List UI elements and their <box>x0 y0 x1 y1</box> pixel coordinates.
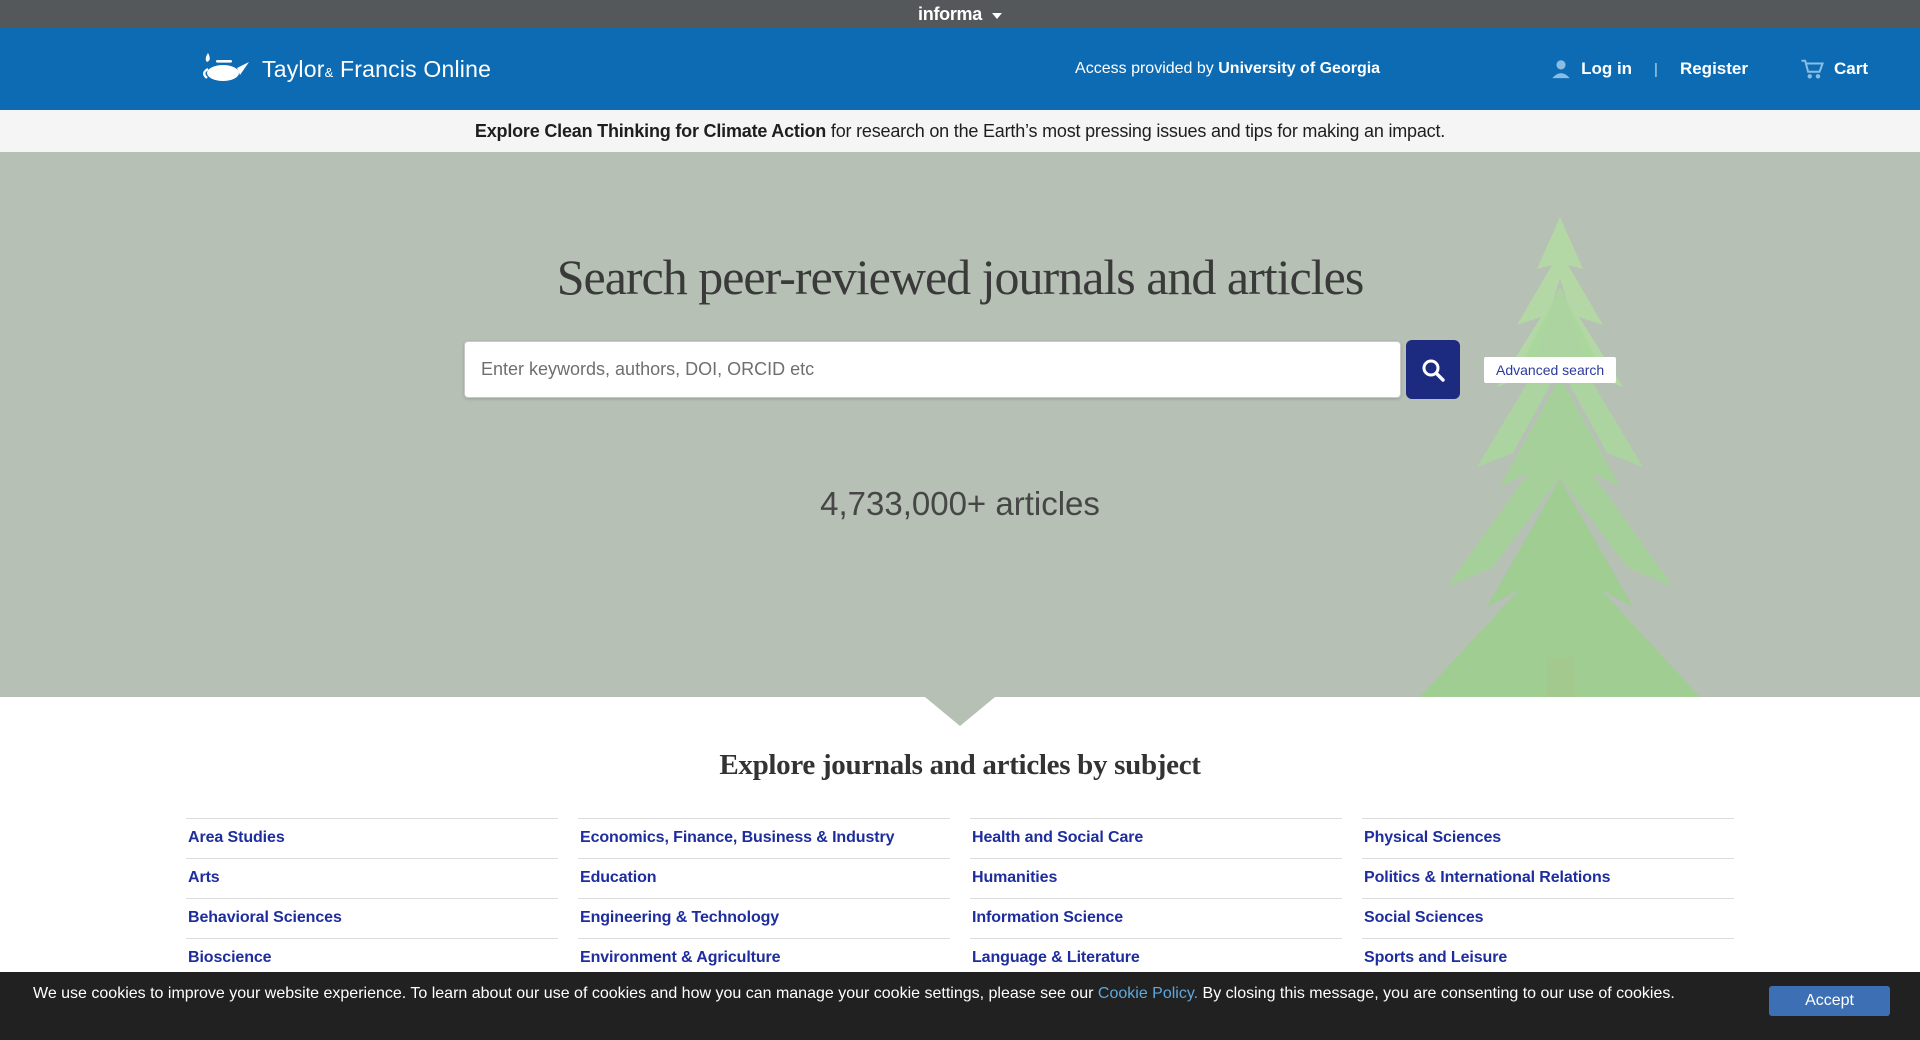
subject-link-behavioral-sciences[interactable]: Behavioral Sciences <box>188 909 342 926</box>
subjects-column-4: Physical Sciences Politics & Internation… <box>1362 818 1734 978</box>
list-item: Information Science <box>970 898 1342 938</box>
list-item: Arts <box>186 858 558 898</box>
subjects-column-2: Economics, Finance, Business & Industry … <box>578 818 950 978</box>
list-item: Area Studies <box>186 818 558 858</box>
informa-logo: informa <box>918 4 982 25</box>
subject-link-social-sciences[interactable]: Social Sciences <box>1364 909 1483 926</box>
subject-link-health[interactable]: Health and Social Care <box>972 829 1143 846</box>
subject-link-sports-leisure[interactable]: Sports and Leisure <box>1364 949 1507 966</box>
site-header: Taylor& Francis Online Access provided b… <box>0 28 1920 110</box>
subject-link-physical-sciences[interactable]: Physical Sciences <box>1364 829 1501 846</box>
subjects-column-1: Area Studies Arts Behavioral Sciences Bi… <box>186 818 558 978</box>
search-button[interactable] <box>1406 340 1460 399</box>
user-icon <box>1550 58 1572 80</box>
list-item: Humanities <box>970 858 1342 898</box>
register-button[interactable]: Register <box>1680 59 1748 79</box>
subject-link-language-literature[interactable]: Language & Literature <box>972 949 1140 966</box>
informa-dropdown[interactable]: informa <box>918 4 1002 25</box>
article-count: 4,733,000+ articles <box>0 485 1920 523</box>
lamp-icon <box>198 49 250 89</box>
subject-link-engineering[interactable]: Engineering & Technology <box>580 909 779 926</box>
access-provided-text: Access provided by University of Georgia <box>1075 60 1380 78</box>
list-item: Politics & International Relations <box>1362 858 1734 898</box>
subject-link-education[interactable]: Education <box>580 869 656 886</box>
header-divider: | <box>1654 61 1658 78</box>
subjects-grid: Area Studies Arts Behavioral Sciences Bi… <box>186 818 1734 978</box>
list-item: Social Sciences <box>1362 898 1734 938</box>
cookie-message: We use cookies to improve your website e… <box>33 983 1703 1005</box>
subject-link-information-science[interactable]: Information Science <box>972 909 1123 926</box>
cookie-policy-link[interactable]: Cookie Policy. <box>1098 985 1198 1002</box>
list-item: Physical Sciences <box>1362 818 1734 858</box>
list-item: Engineering & Technology <box>578 898 950 938</box>
subject-link-politics[interactable]: Politics & International Relations <box>1364 869 1610 886</box>
subject-link-economics[interactable]: Economics, Finance, Business & Industry <box>580 829 894 846</box>
hero-title: Search peer-reviewed journals and articl… <box>0 248 1920 306</box>
list-item: Economics, Finance, Business & Industry <box>578 818 950 858</box>
search-input[interactable] <box>464 341 1401 398</box>
announcement-banner: Explore Clean Thinking for Climate Actio… <box>0 110 1920 152</box>
subject-link-humanities[interactable]: Humanities <box>972 869 1057 886</box>
advanced-search-link[interactable]: Advanced search <box>1484 357 1616 383</box>
search-bar: Advanced search <box>464 340 1920 399</box>
cookie-banner: We use cookies to improve your website e… <box>0 972 1920 1040</box>
cart-icon <box>1800 58 1825 80</box>
subject-link-area-studies[interactable]: Area Studies <box>188 829 285 846</box>
list-item: Behavioral Sciences <box>186 898 558 938</box>
logo-text: Taylor& Francis Online <box>262 56 491 83</box>
login-button[interactable]: Log in <box>1550 58 1632 80</box>
accept-cookies-button[interactable]: Accept <box>1769 986 1890 1016</box>
cart-button[interactable]: Cart <box>1800 58 1868 80</box>
taylor-francis-logo[interactable]: Taylor& Francis Online <box>198 49 491 89</box>
announcement-link[interactable]: Explore Clean Thinking for Climate Actio… <box>475 121 826 141</box>
hero-notch-decoration <box>925 697 995 726</box>
announcement-text: for research on the Earth’s most pressin… <box>826 121 1445 141</box>
subjects-section: Explore journals and articles by subject… <box>0 697 1920 978</box>
chevron-down-icon <box>992 13 1002 19</box>
subject-link-environment[interactable]: Environment & Agriculture <box>580 949 781 966</box>
subject-link-arts[interactable]: Arts <box>188 869 220 886</box>
subject-link-bioscience[interactable]: Bioscience <box>188 949 272 966</box>
search-icon <box>1420 357 1446 383</box>
informa-bar: informa <box>0 0 1920 28</box>
header-actions: Access provided by University of Georgia… <box>1075 58 1868 80</box>
hero-section: Search peer-reviewed journals and articl… <box>0 152 1920 697</box>
subjects-column-3: Health and Social Care Humanities Inform… <box>970 818 1342 978</box>
list-item: Education <box>578 858 950 898</box>
list-item: Health and Social Care <box>970 818 1342 858</box>
